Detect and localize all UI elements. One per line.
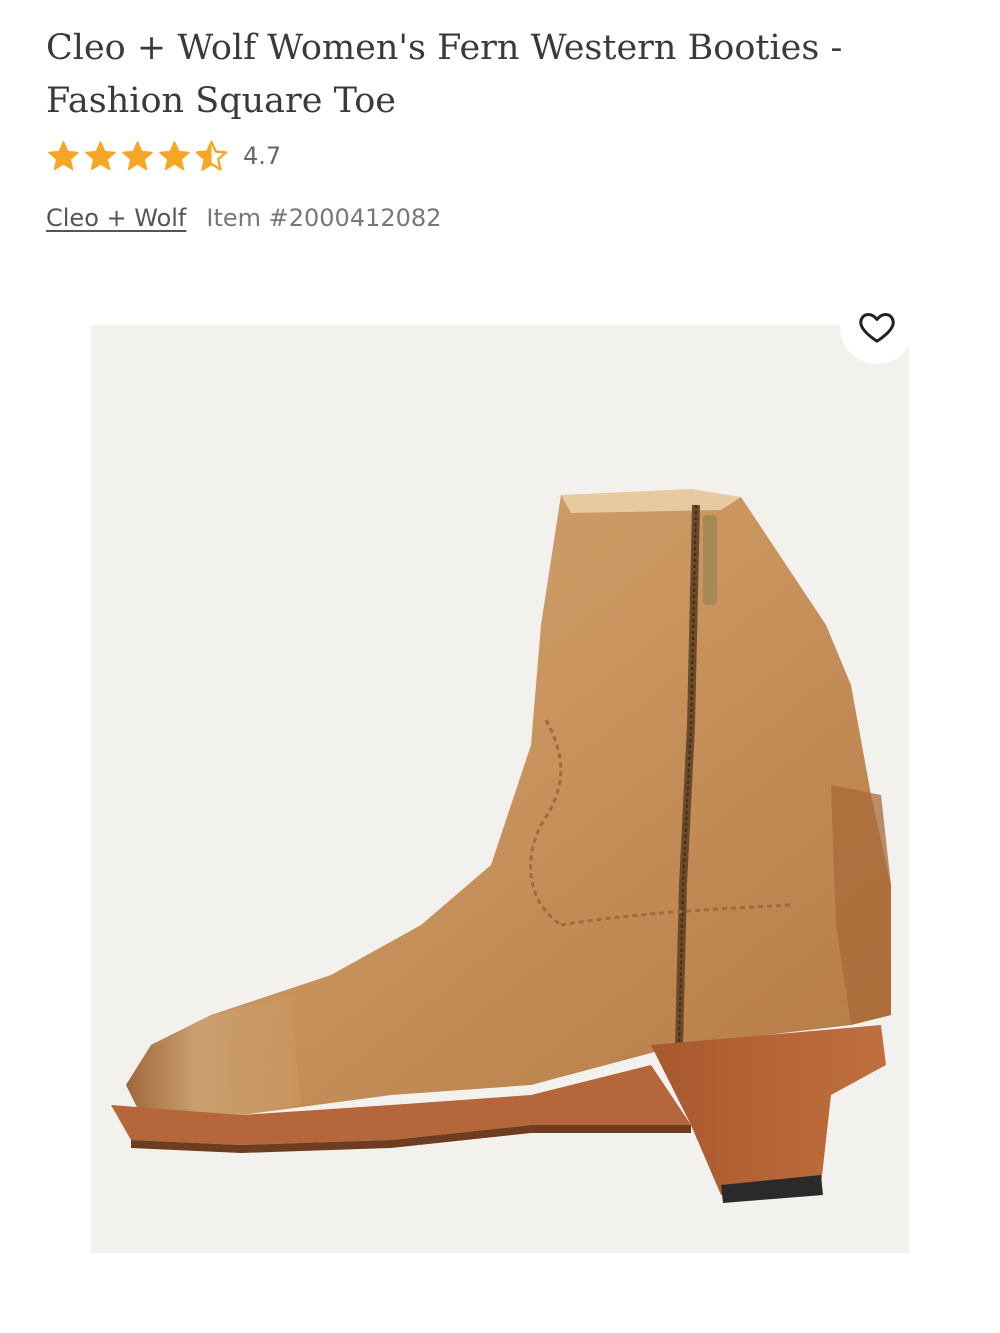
rating-value: 4.7 xyxy=(243,142,282,170)
star-icon xyxy=(85,140,116,170)
product-meta: Cleo + Wolf Item #2000412082 xyxy=(46,200,441,236)
star-icon xyxy=(122,140,153,170)
star-icon xyxy=(48,140,79,170)
star-half-icon xyxy=(195,140,228,171)
brand-link[interactable]: Cleo + Wolf xyxy=(46,204,186,232)
product-image xyxy=(91,325,909,1253)
product-title: Cleo + Wolf Women's Fern Western Booties… xyxy=(46,28,843,121)
heart-icon xyxy=(859,313,895,343)
item-number: Item #2000412082 xyxy=(206,204,442,232)
favorite-button[interactable] xyxy=(840,290,914,364)
rating-row[interactable]: 4.7 xyxy=(46,136,281,176)
star-rating xyxy=(46,139,229,174)
star-icon xyxy=(159,140,190,170)
product-image-gallery[interactable] xyxy=(91,325,909,1253)
